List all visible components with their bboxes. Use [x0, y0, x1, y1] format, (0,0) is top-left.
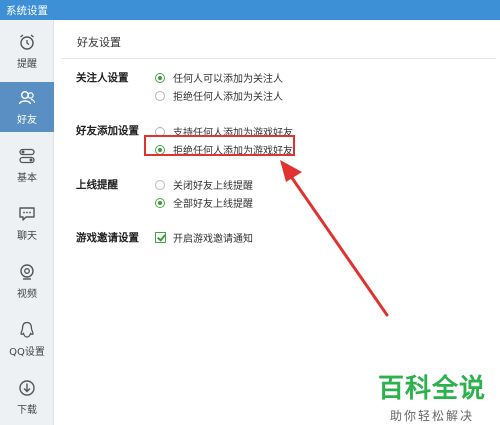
watermark-subtitle: 助你轻松解决: [389, 409, 474, 423]
annotation-arrow: [280, 160, 389, 317]
watermark-title: 百科全说: [377, 374, 486, 404]
watermark: 百科全说 助你轻松解决: [378, 368, 486, 424]
arrow-shaft: [288, 173, 389, 317]
arrow-head: [280, 160, 302, 182]
